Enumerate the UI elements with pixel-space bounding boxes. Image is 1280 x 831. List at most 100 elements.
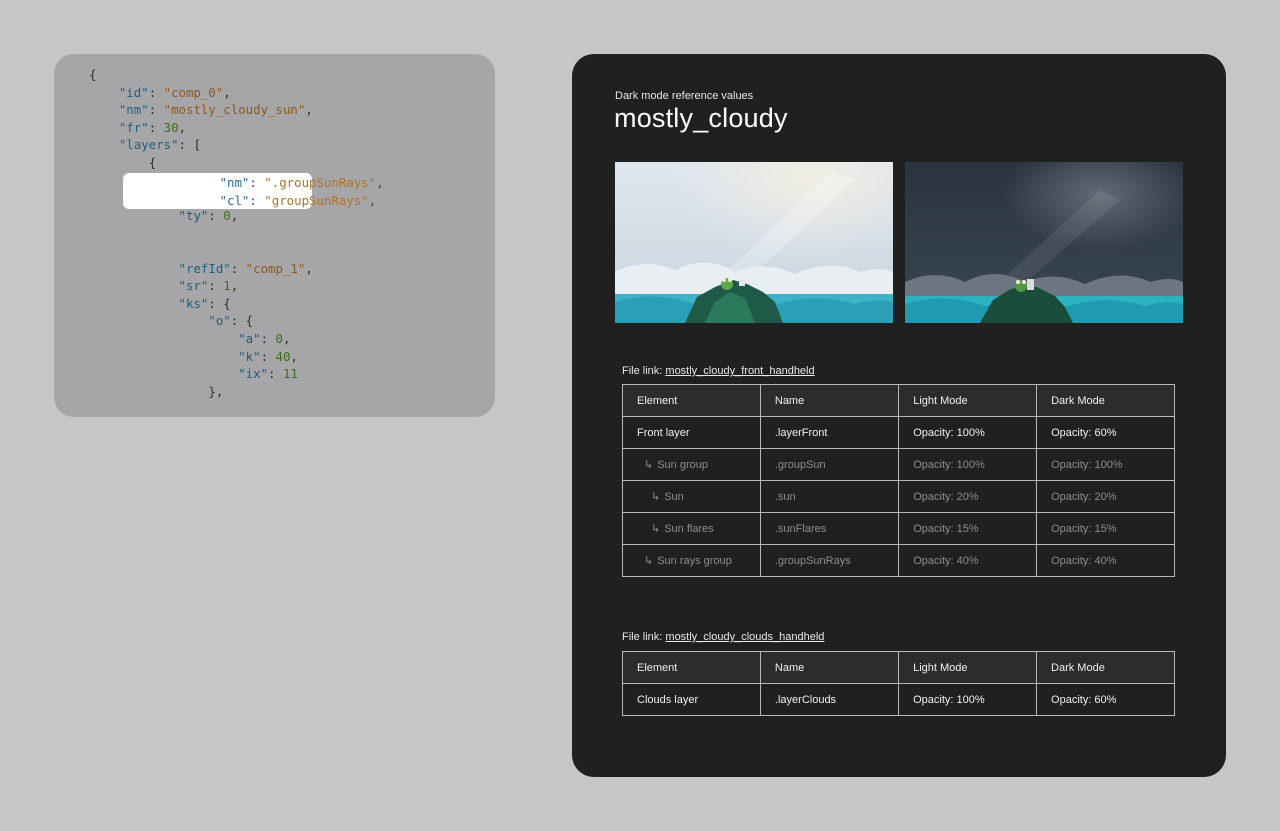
code-token: "sr" <box>178 278 209 294</box>
file-link-clouds: File link: mostly_cloudy_clouds_handheld <box>622 631 824 643</box>
name-cell: .groupSunRays <box>759 544 900 577</box>
code-token: "ty" <box>178 207 209 223</box>
file-link-clouds-handheld[interactable]: mostly_cloudy_clouds_handheld <box>665 631 824 643</box>
file-link-label: File link: <box>622 365 666 377</box>
column-header: Dark Mode <box>1036 384 1175 417</box>
code-line: "layers": [ <box>89 136 313 154</box>
code-token: , <box>230 278 239 294</box>
table-header-row: Element Name Light Mode Dark Mode <box>622 384 1175 417</box>
name-cell: .sun <box>759 480 900 513</box>
code-token: 40 <box>275 348 291 364</box>
table-row: Clouds layer .layerClouds Opacity: 100% Opa… <box>622 683 1175 716</box>
code-token: : <box>260 348 276 364</box>
table-header-row: Element Name Light Mode Dark Mode <box>622 651 1175 684</box>
element-label: Sun flares <box>664 523 714 535</box>
name-cell: .layerFront <box>759 416 900 449</box>
code-line: "a": 0, <box>89 330 313 348</box>
code-token: "fr" <box>118 119 149 135</box>
code-line: "nm": ".groupSunRays", <box>130 174 384 192</box>
name-cell: .groupSun <box>759 448 900 481</box>
code-token: : <box>249 192 265 208</box>
element-label: Sun <box>664 491 684 503</box>
code-token: : <box>148 102 164 118</box>
code-token: : <box>208 278 224 294</box>
code-token: "cl" <box>219 192 250 208</box>
file-link-front: File link: mostly_cloudy_front_handheld <box>622 365 815 377</box>
code-token: : <box>260 330 276 346</box>
code-line: }, <box>89 383 313 401</box>
child-arrow-icon: ↳ <box>644 555 654 567</box>
code-line: { <box>89 66 313 84</box>
file-link-front-handheld[interactable]: mostly_cloudy_front_handheld <box>665 365 814 377</box>
code-token: , <box>368 192 377 208</box>
code-line: "o": { <box>89 312 313 330</box>
column-header: Light Mode <box>898 384 1038 417</box>
code-token: : <box>249 175 265 190</box>
column-header: Element <box>622 384 761 417</box>
code-token: "k" <box>238 348 261 364</box>
code-line: "refId": "comp_1", <box>89 260 313 278</box>
name-cell: .sunFlares <box>759 512 900 545</box>
code-token: , <box>305 102 313 118</box>
json-code-block: { "id": "comp_0", "nm": "mostly_cloudy_s… <box>89 66 313 400</box>
code-token: "comp_0" <box>163 84 224 100</box>
code-token: : <box>208 207 224 223</box>
light-mode-cell: Opacity: 40% <box>898 544 1038 577</box>
code-token: 0 <box>275 330 283 346</box>
code-token: : <box>148 84 164 100</box>
code-token: : <box>230 260 246 276</box>
code-token: , <box>376 175 384 190</box>
element-cell: ↳ Sun flares <box>622 512 761 545</box>
element-label: Sun group <box>657 459 708 471</box>
code-token: : <box>268 366 283 382</box>
code-token: "comp_1" <box>245 260 306 276</box>
code-line: "ix": 11 <box>89 365 313 383</box>
code-line: "fr": 30, <box>89 119 313 137</box>
element-label: Sun rays group <box>657 555 732 567</box>
code-line: "ty": 0, <box>89 207 313 225</box>
dark-mode-cell: Opacity: 60% <box>1036 683 1175 716</box>
code-token: "mostly_cloudy_sun" <box>163 102 306 118</box>
code-token: ".groupSunRays" <box>264 175 377 190</box>
code-token: }, <box>208 383 224 399</box>
dark-mode-cell: Opacity: 100% <box>1036 448 1175 481</box>
code-token: : { <box>230 313 254 329</box>
code-token: , <box>178 119 186 135</box>
code-token: "nm" <box>219 175 250 190</box>
front-layer-table: Element Name Light Mode Dark Mode Front laye… <box>622 384 1175 577</box>
code-token: 0 <box>223 207 231 223</box>
name-cell: .layerClouds <box>759 683 900 716</box>
code-panel: { "id": "comp_0", "nm": "mostly_cloudy_s… <box>54 54 495 417</box>
child-arrow-icon: ↳ <box>644 459 654 471</box>
table-row: ↳ Sun .sun Opacity: 20% Opacity: 20% <box>622 480 1175 513</box>
dark-mode-cell: Opacity: 15% <box>1036 512 1175 545</box>
code-token: "ix" <box>238 366 269 382</box>
code-token: "nm" <box>118 102 149 118</box>
code-line: "cl": "groupSunRays", <box>130 192 384 210</box>
code-token: , <box>223 84 231 100</box>
table-row: Front layer .layerFront Opacity: 100% Opaci… <box>622 416 1175 449</box>
code-token: 30 <box>163 119 179 135</box>
code-line: "nm": "mostly_cloudy_sun", <box>89 101 313 119</box>
code-token: : <box>148 119 164 135</box>
code-line: "k": 40, <box>89 348 313 366</box>
light-mode-cell: Opacity: 100% <box>898 683 1038 716</box>
column-header: Element <box>622 651 761 684</box>
child-arrow-icon: ↳ <box>651 491 661 503</box>
light-mode-cell: Opacity: 20% <box>898 480 1038 513</box>
code-line: { <box>89 154 313 172</box>
code-token: { <box>148 154 157 170</box>
card-subtitle: Dark mode reference values <box>615 90 754 102</box>
light-mode-cell: Opacity: 15% <box>898 512 1038 545</box>
code-token: : [ <box>178 137 201 153</box>
column-header: Name <box>759 651 900 684</box>
light-mode-cell: Opacity: 100% <box>898 416 1038 449</box>
code-token: , <box>230 207 239 223</box>
code-token: 1 <box>223 278 231 294</box>
light-mode-cell: Opacity: 100% <box>898 448 1038 481</box>
code-token: 11 <box>282 366 298 382</box>
code-line: "sr": 1, <box>89 277 313 295</box>
element-cell: Clouds layer <box>622 683 761 716</box>
code-token: : { <box>208 295 231 311</box>
